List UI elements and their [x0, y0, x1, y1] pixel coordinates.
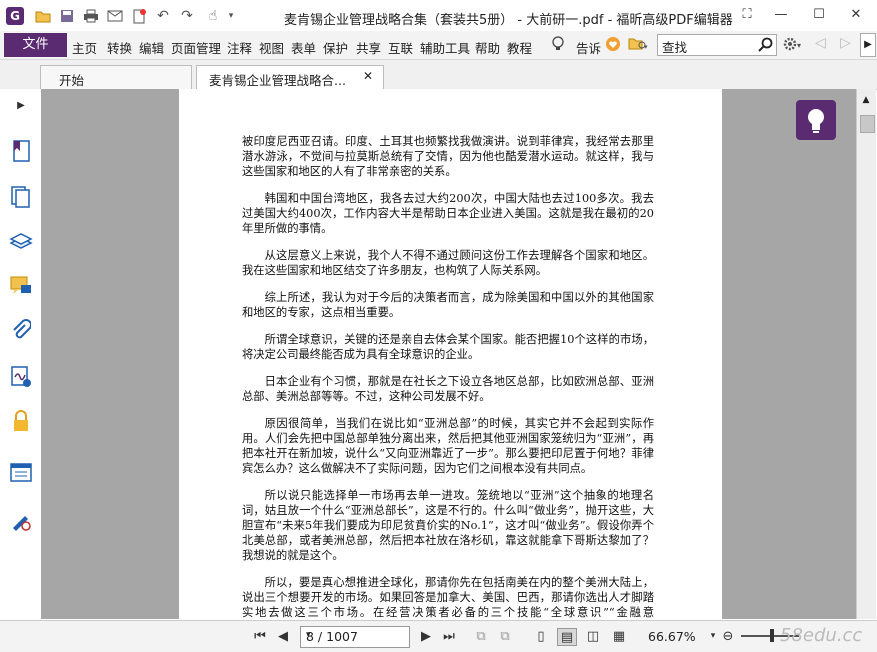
menu-view[interactable]: 视图	[259, 38, 284, 57]
menu-comment[interactable]: 注释	[227, 38, 252, 57]
facing-view-icon[interactable]: ◫	[584, 628, 602, 644]
search-input-value: 查找	[662, 40, 688, 55]
panel-expand-icon[interactable]: ▶	[9, 93, 33, 117]
paragraph: 韩国和中国台湾地区，我各去过大约200次，中国大陆也去过100多次。我去过美国大…	[242, 192, 654, 235]
window-title: 麦肯锡企业管理战略合集（套装共5册） - 大前研一.pdf - 福昕高级PDF编…	[284, 13, 733, 28]
maximize-button[interactable]: ☐	[808, 6, 830, 24]
scroll-thumb[interactable]	[860, 115, 875, 133]
close-button[interactable]: ✕	[845, 6, 867, 24]
layers-icon[interactable]	[9, 229, 33, 253]
document-tab-bar: 开始 麦肯锡企业管理战略合... ✕	[0, 60, 877, 90]
print-icon[interactable]	[82, 7, 100, 25]
menu-tutorial[interactable]: 教程	[507, 38, 532, 57]
zoom-slider-handle[interactable]	[770, 629, 774, 642]
minimize-button[interactable]: —	[770, 6, 792, 24]
menu-bar: 文件 主页 转换 编辑 页面管理 注释 视图 表单 保护 共享 互联 辅助工具 …	[0, 31, 877, 60]
menu-share[interactable]: 共享	[356, 38, 381, 57]
tab-close-icon[interactable]: ✕	[363, 69, 373, 83]
new-document-icon[interactable]	[130, 7, 148, 25]
paragraph: 原因很简单，当我们在说比如“亚洲总部”的时候，其实它并不会起到实际作用。人们会先…	[242, 417, 654, 475]
tab-document-label: 麦肯锡企业管理战略合...	[209, 73, 346, 88]
continuous-view-icon[interactable]: ▤	[557, 628, 577, 646]
tell-me-label[interactable]: 告诉	[576, 38, 601, 57]
app-logo-icon[interactable]: G	[6, 7, 24, 25]
menu-form[interactable]: 表单	[291, 38, 316, 57]
next-page-icon[interactable]: ▶	[417, 628, 435, 644]
ribbon-expand-button[interactable]: ▶	[860, 33, 876, 57]
paragraph: 所以，要是真心想推进全球化，那请你先在包括南美在内的整个美洲大陆上，说出三个想要…	[242, 576, 654, 619]
menu-help[interactable]: 帮助	[475, 38, 500, 57]
last-page-icon[interactable]: ⏭	[440, 628, 458, 644]
previous-page-icon[interactable]: ◀	[274, 628, 292, 644]
favorite-icon[interactable]	[605, 36, 621, 55]
find-folder-icon[interactable]: ▾	[628, 36, 648, 53]
undo-icon[interactable]: ↶	[154, 7, 172, 25]
first-page-icon[interactable]: ⏮	[251, 628, 269, 644]
page-thumbnails-icon[interactable]	[9, 185, 33, 209]
paragraph: 所谓全球意识，关键的还是亲自去体会某个国家。能否把握10个这样的市场，将决定公司…	[242, 333, 654, 361]
lightbulb-tip-icon	[808, 109, 824, 133]
tab-start-label: 开始	[59, 73, 85, 88]
zoom-out-icon[interactable]: ⊖	[719, 628, 737, 644]
watermark: 58edu.cc	[780, 625, 863, 646]
navigation-panel: ▶	[0, 89, 42, 619]
menu-page-management[interactable]: 页面管理	[171, 38, 221, 57]
svg-text:▾: ▾	[797, 41, 801, 50]
menu-connect[interactable]: 互联	[388, 38, 413, 57]
document-viewer[interactable]: 被印度尼西亚召请。印度、土耳其也频繁找我做演讲。说到菲律宾，我经常去那里潜水游泳…	[41, 89, 856, 619]
single-page-view-icon[interactable]: ▯	[532, 628, 550, 644]
previous-view-icon[interactable]: ⧉	[472, 628, 490, 644]
zoom-level[interactable]: 66.67%	[648, 629, 696, 644]
file-menu-button[interactable]: 文件	[4, 33, 67, 57]
paragraph: 从这层意义上来说，我个人不得不通过顾问这份工作去理解各个国家和地区。我在这些国家…	[242, 249, 654, 277]
page-dropdown-icon[interactable]: ▾	[306, 630, 406, 640]
svg-text:▾: ▾	[644, 43, 648, 50]
smart-tips-button[interactable]	[796, 100, 836, 140]
customize-dropdown-icon[interactable]: ▾	[222, 7, 240, 25]
continuous-facing-view-icon[interactable]: ▦	[610, 628, 628, 644]
tab-start[interactable]: 开始	[40, 65, 192, 90]
certificate-signature-icon[interactable]	[9, 509, 33, 533]
comments-icon[interactable]	[9, 274, 33, 298]
save-icon[interactable]	[58, 7, 76, 25]
nav-back-icon[interactable]: ◁	[815, 35, 826, 51]
hand-tool-icon[interactable]: ☝	[204, 7, 222, 25]
fullscreen-icon[interactable]: ⛶	[736, 6, 758, 24]
status-bar: ⏮ ◀ 8 / 1007 ▾ ▶ ⏭ ⧉ ⧉ ▯ ▤ ◫ ▦ 66.67% ▾ …	[0, 620, 877, 652]
menu-accessibility[interactable]: 辅助工具	[420, 38, 470, 57]
search-input[interactable]: 查找	[657, 34, 777, 56]
email-icon[interactable]	[106, 7, 124, 25]
settings-gear-icon[interactable]: ▾	[782, 36, 804, 55]
title-bar: G ↶ ↷ ☝ ▾ 麦肯锡企业管理战略合集（套装共5册） - 大前研一.pdf …	[0, 0, 877, 32]
page-number-input[interactable]: 8 / 1007 ▾	[300, 626, 410, 648]
bookmarks-icon[interactable]	[9, 139, 33, 163]
page-text: 被印度尼西亚召请。印度、土耳其也频繁找我做演讲。说到菲律宾，我经常去那里潜水游泳…	[242, 134, 654, 619]
redo-icon[interactable]: ↷	[178, 7, 196, 25]
vertical-scrollbar[interactable]: ▲	[856, 89, 876, 619]
lightbulb-icon[interactable]	[552, 36, 564, 55]
signature-icon[interactable]	[9, 365, 33, 389]
tab-document[interactable]: 麦肯锡企业管理战略合... ✕	[196, 65, 384, 90]
next-view-icon[interactable]: ⧉	[496, 628, 514, 644]
nav-forward-icon[interactable]: ▷	[840, 35, 851, 51]
pdf-page: 被印度尼西亚召请。印度、土耳其也频繁找我做演讲。说到菲律宾，我经常去那里潜水游泳…	[179, 89, 722, 619]
paragraph: 日本企业有个习惯，那就是在社长之下设立各地区总部，比如欧洲总部、亚洲总部、美洲总…	[242, 375, 654, 403]
menu-home[interactable]: 主页	[72, 38, 97, 57]
menu-convert[interactable]: 转换	[107, 38, 132, 57]
security-lock-icon[interactable]	[9, 409, 33, 433]
menu-edit[interactable]: 编辑	[139, 38, 164, 57]
paragraph: 所以说只能选择单一市场再去单一进攻。笼统地以“亚洲”这个抽象的地理名词，姑且放一…	[242, 489, 654, 562]
menu-protect[interactable]: 保护	[323, 38, 348, 57]
scroll-up-icon[interactable]: ▲	[859, 95, 873, 107]
search-icon[interactable]	[758, 37, 773, 52]
paragraph: 综上所述，我认为对于今后的决策者而言，成为除美国和中国以外的其他国家和地区的专家…	[242, 291, 654, 319]
open-folder-icon[interactable]	[34, 7, 52, 25]
attachments-icon[interactable]	[9, 319, 33, 343]
content-panel-icon[interactable]	[9, 461, 33, 485]
paragraph: 被印度尼西亚召请。印度、土耳其也频繁找我做演讲。说到菲律宾，我经常去那里潜水游泳…	[242, 135, 654, 178]
